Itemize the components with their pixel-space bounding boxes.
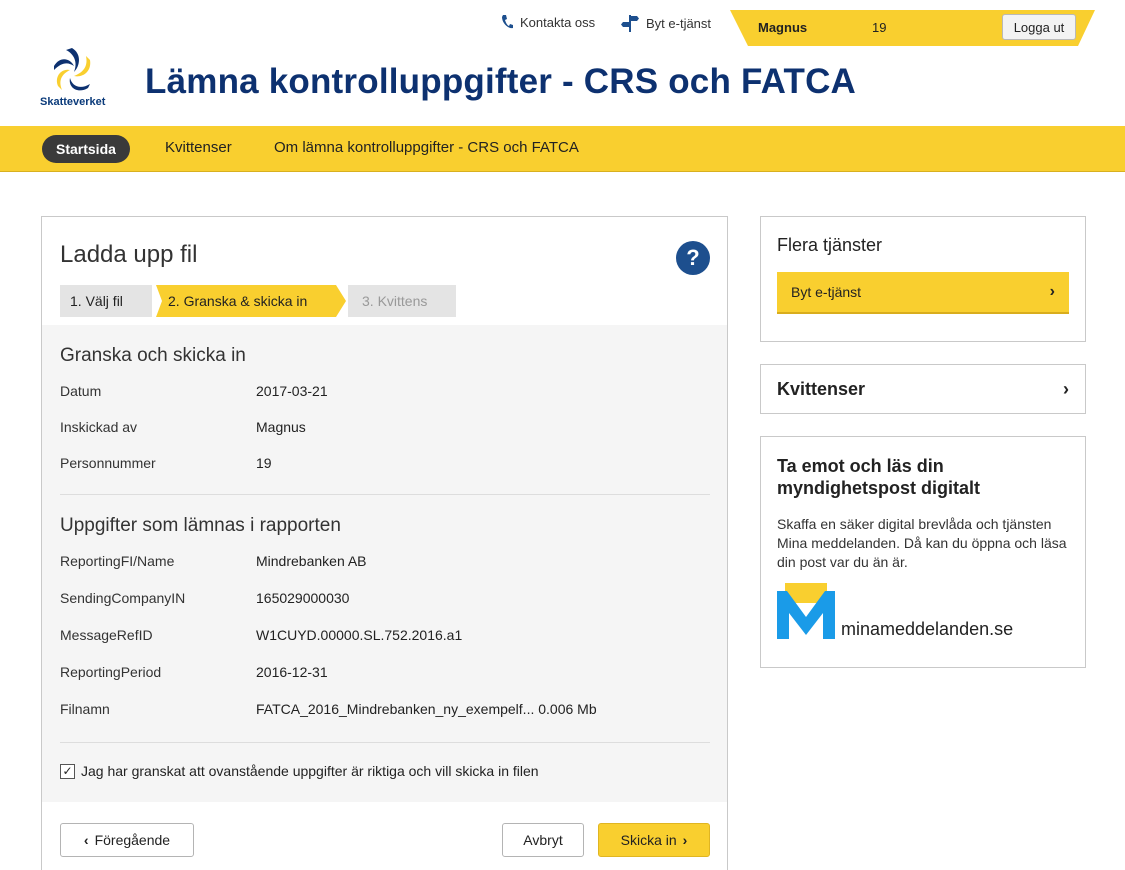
row-value-sending-company: 165029000030 <box>256 590 350 606</box>
user-personal-number: 19 <box>872 20 887 35</box>
mail-text: Skaffa en säker digital brevlåda och tjä… <box>777 516 1067 570</box>
row-value-reporting-fi: Mindrebanken AB <box>256 553 367 569</box>
row-label-reporting-fi: ReportingFI/Name <box>60 553 175 569</box>
minameddelanden-link[interactable]: minameddelanden.se <box>841 619 1013 640</box>
confirm-row: ✓ Jag har granskat att ovanstående uppgi… <box>60 763 539 779</box>
minameddelanden-logo-icon[interactable] <box>777 583 835 639</box>
nav-item-startsida[interactable]: Startsida <box>42 135 130 163</box>
previous-label: Föregående <box>94 832 171 848</box>
logo-text: Skatteverket <box>40 96 106 108</box>
step-receipt: 3. Kvittens <box>348 285 456 317</box>
row-value-message-ref: W1CUYD.00000.SL.752.2016.a1 <box>256 627 463 643</box>
row-label-date: Datum <box>60 383 102 399</box>
row-label-message-ref: MessageRefID <box>60 627 153 643</box>
send-label: Skicka in <box>620 832 677 848</box>
contact-link[interactable]: Kontakta oss <box>500 14 595 30</box>
signpost-icon <box>621 15 639 32</box>
row-label-filename: Filnamn <box>60 701 110 717</box>
report-title: Uppgifter som lämnas i rapporten <box>60 515 341 536</box>
help-icon[interactable]: ? <box>676 241 710 275</box>
review-section: Granska och skicka in Datum 2017-03-21 I… <box>42 325 727 802</box>
divider <box>60 494 710 495</box>
step-3-label: 3. Kvittens <box>362 293 428 309</box>
row-value-reporting-period: 2016-12-31 <box>256 664 328 680</box>
step-review-send: 2. Granska & skicka in <box>156 285 346 317</box>
services-title: Flera tjänster <box>777 235 883 255</box>
confirm-checkbox[interactable]: ✓ <box>60 763 75 779</box>
top-utility-bar: Kontakta oss Byt e-tjänst Magnus 19 Logg… <box>0 0 1125 46</box>
confirm-label[interactable]: Jag har granskat att ovanstående uppgift… <box>81 763 539 779</box>
switch-service-label: Byt e-tjänst <box>791 284 862 300</box>
main-nav: Startsida Kvittenser Om lämna kontrollup… <box>0 126 1125 172</box>
previous-button[interactable]: ‹ Föregående <box>60 823 194 857</box>
row-value-date: 2017-03-21 <box>256 383 328 399</box>
row-value-pnr: 19 <box>256 455 272 471</box>
receipts-title: Kvittenser <box>777 378 866 399</box>
chevron-right-icon: › <box>682 832 688 848</box>
digital-mail-card: Ta emot och läs din myndighetspost digit… <box>760 436 1086 668</box>
nav-item-kvittenser[interactable]: Kvittenser <box>165 139 232 156</box>
panel-title: Ladda upp fil <box>60 241 198 268</box>
row-value-sent-by: Magnus <box>256 419 306 435</box>
chevron-right-icon: › <box>1049 283 1055 300</box>
user-name: Magnus <box>758 20 808 35</box>
nav-item-about[interactable]: Om lämna kontrolluppgifter - CRS och FAT… <box>274 139 579 156</box>
divider <box>60 742 710 743</box>
page-title: Lämna kontrolluppgifter - CRS och FATCA <box>145 62 857 101</box>
row-label-pnr: Personnummer <box>60 455 156 471</box>
switch-service-button[interactable]: Byt e-tjänst › <box>777 272 1069 314</box>
step-1-label: 1. Välj fil <box>70 293 123 309</box>
contact-label: Kontakta oss <box>520 14 596 30</box>
user-bar: Magnus 19 Logga ut <box>730 10 1095 46</box>
row-value-filename: FATCA_2016_Mindrebanken_ny_exempelf... 0… <box>256 701 597 717</box>
switch-label: Byt e-tjänst <box>646 15 712 31</box>
chevron-left-icon: ‹ <box>83 832 89 848</box>
send-button[interactable]: Skicka in › <box>598 823 710 857</box>
services-card: Flera tjänster Byt e-tjänst › <box>760 216 1086 342</box>
chevron-right-icon: › <box>1063 378 1069 399</box>
mail-title: Ta emot och läs din myndighetspost digit… <box>777 456 981 498</box>
row-label-sent-by: Inskickad av <box>60 419 138 435</box>
step-2-label: 2. Granska & skicka in <box>168 293 308 309</box>
review-title: Granska och skicka in <box>60 345 246 366</box>
upload-panel: Ladda upp fil ? 1. Välj fil 2. Granska &… <box>41 216 728 870</box>
phone-icon <box>502 15 513 29</box>
step-choose-file[interactable]: 1. Välj fil <box>60 285 152 317</box>
row-label-sending-company: SendingCompanyIN <box>60 590 186 606</box>
cancel-button[interactable]: Avbryt <box>502 823 584 857</box>
receipts-card[interactable]: Kvittenser › <box>760 364 1086 414</box>
switch-service-link[interactable]: Byt e-tjänst <box>620 14 711 32</box>
row-label-reporting-period: ReportingPeriod <box>60 664 162 680</box>
logout-button[interactable]: Logga ut <box>1002 14 1076 40</box>
